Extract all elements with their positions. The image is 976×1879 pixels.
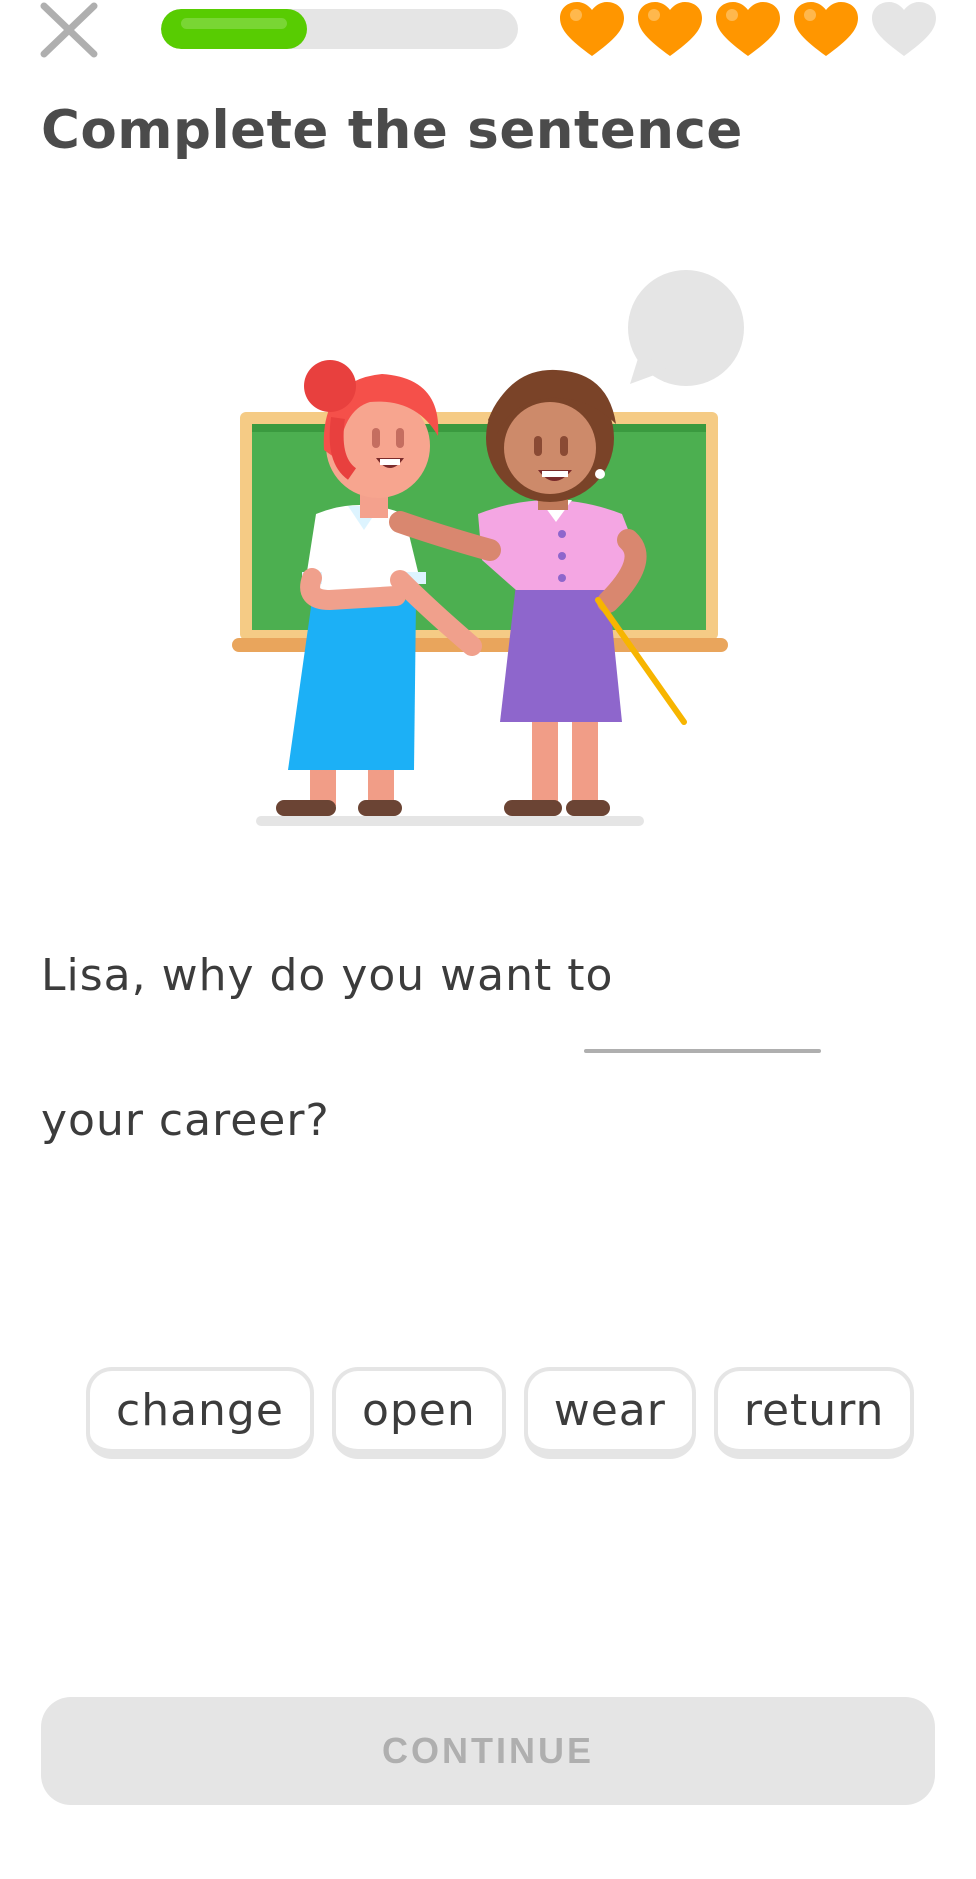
lesson-progress-bar xyxy=(161,9,518,49)
word-option-open[interactable]: open xyxy=(331,1367,506,1459)
heart-icon xyxy=(556,0,628,60)
close-icon xyxy=(40,2,98,58)
heart-icon xyxy=(712,0,784,60)
continue-button[interactable]: CONTINUE xyxy=(41,1697,935,1805)
word-bank: change open wear return xyxy=(86,1367,915,1459)
hearts-indicator xyxy=(556,0,940,60)
exercise-title: Complete the sentence xyxy=(41,100,743,161)
heart-icon xyxy=(634,0,706,60)
heart-icon xyxy=(868,0,940,60)
teachers-illustration xyxy=(220,260,760,830)
sentence-part-1: Lisa, why do you want to xyxy=(41,950,614,1001)
word-option-wear[interactable]: wear xyxy=(523,1367,696,1459)
speech-bubble-icon xyxy=(628,270,744,386)
heart-icon xyxy=(790,0,862,60)
word-option-change[interactable]: change xyxy=(86,1367,314,1459)
sentence-part-2: your career? xyxy=(41,1095,330,1146)
answer-blank[interactable] xyxy=(584,1049,821,1053)
close-button[interactable] xyxy=(38,0,102,60)
progress-fill xyxy=(161,9,308,49)
word-option-return[interactable]: return xyxy=(713,1367,915,1459)
top-bar xyxy=(0,0,976,60)
